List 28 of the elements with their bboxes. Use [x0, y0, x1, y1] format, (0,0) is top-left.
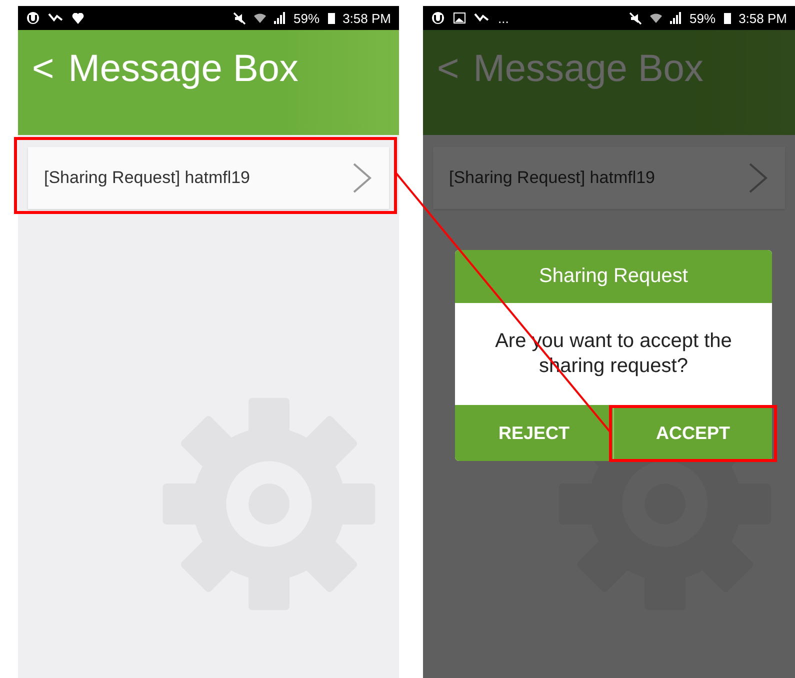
chevron-right-icon	[747, 162, 769, 194]
battery-icon	[328, 12, 335, 24]
app-icon	[431, 11, 445, 25]
message-item[interactable]: [Sharing Request] hatmfl19	[433, 147, 785, 209]
signal-icon	[274, 12, 286, 24]
mute-icon	[232, 12, 246, 24]
image-icon	[453, 12, 466, 24]
back-button[interactable]: <	[437, 44, 460, 94]
screen-title: Message Box	[473, 47, 704, 92]
mute-icon	[628, 12, 642, 24]
dialog-button[interactable]: ACCEPT	[613, 405, 772, 461]
battery-percent: 59%	[294, 10, 320, 26]
wifi-icon	[254, 12, 266, 24]
battery-icon	[724, 12, 731, 24]
chevron-right-icon	[351, 162, 373, 194]
heart-icon	[72, 12, 84, 24]
clock-time: 3:58 PM	[342, 10, 391, 26]
screen-title: Message Box	[68, 47, 298, 92]
wifi-icon	[650, 12, 662, 24]
app-icon	[26, 11, 40, 25]
clock-time: 3:58 PM	[738, 10, 787, 26]
message-item[interactable]: [Sharing Request] hatmfl19	[28, 147, 389, 209]
dialog-button[interactable]: REJECT	[455, 405, 613, 461]
overflow-indicator: ...	[498, 10, 509, 26]
signal-icon	[670, 12, 682, 24]
dialog-title: Sharing Request	[455, 250, 772, 303]
battery-percent: 59%	[690, 10, 716, 26]
back-button[interactable]: <	[32, 44, 54, 94]
